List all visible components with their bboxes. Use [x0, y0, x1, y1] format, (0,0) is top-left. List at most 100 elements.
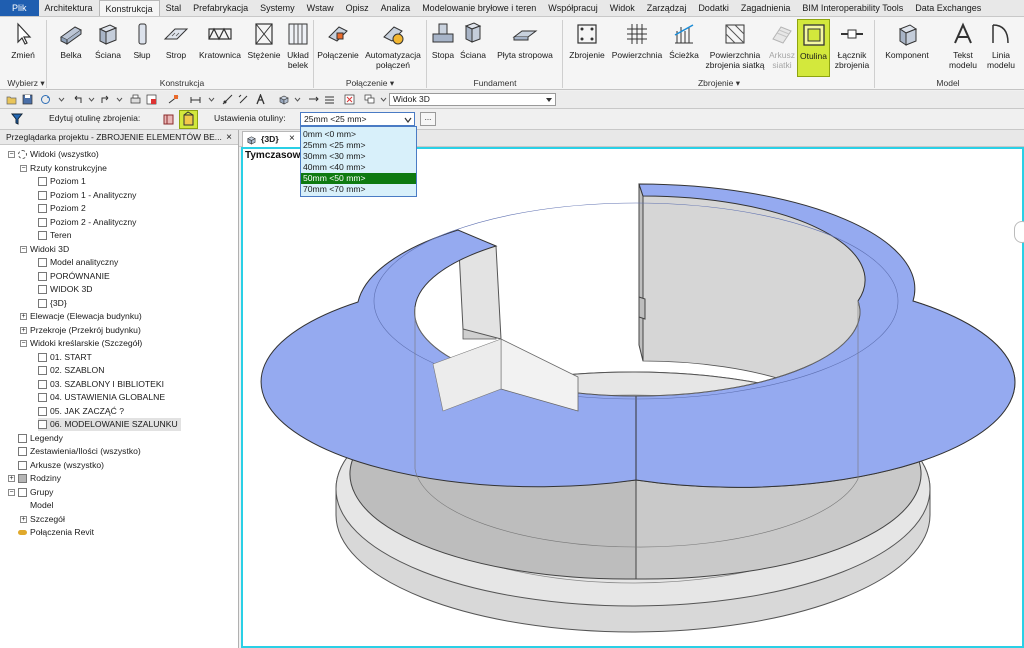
- tree-item[interactable]: Poziom 1 - Analityczny: [38, 189, 136, 202]
- sync-icon[interactable]: [40, 94, 51, 105]
- foundation-wall-tool[interactable]: Ściana: [458, 19, 488, 77]
- component-tool[interactable]: Komponent: [878, 19, 936, 77]
- tree-item[interactable]: + Przekroje (Przekrój budynku): [20, 324, 141, 337]
- redo-icon[interactable]: [100, 94, 111, 105]
- menu-tab[interactable]: BIM Interoperability Tools: [796, 0, 909, 16]
- chevron-down-icon[interactable]: [206, 94, 217, 105]
- tree-item[interactable]: {3D}: [38, 297, 67, 310]
- slab-tool[interactable]: Płyta stropowa: [492, 19, 558, 77]
- cover-option[interactable]: 40mm <40 mm>: [301, 162, 416, 173]
- cover-option[interactable]: 30mm <30 mm>: [301, 151, 416, 162]
- menu-tab[interactable]: Analiza: [375, 0, 417, 16]
- menu-tab[interactable]: Systemy: [254, 0, 301, 16]
- tree-item[interactable]: + Elewacje (Elewacja budynku): [20, 310, 142, 323]
- switch-windows-icon[interactable]: [364, 94, 375, 105]
- measure-icon[interactable]: [168, 94, 179, 105]
- tree-item[interactable]: + Szczegół: [20, 513, 65, 526]
- panel-select[interactable]: Wybierz ▾: [6, 77, 46, 89]
- open-icon[interactable]: [6, 94, 17, 105]
- menu-tab[interactable]: Prefabrykacja: [187, 0, 254, 16]
- menu-tab[interactable]: Data Exchanges: [909, 0, 987, 16]
- tree-item[interactable]: 04. USTAWIENIA GLOBALNE: [38, 391, 165, 404]
- thin-lines-icon[interactable]: [324, 94, 335, 105]
- tree-item[interactable]: Zestawienia/Ilości (wszystko): [8, 445, 141, 458]
- cover-settings-select[interactable]: 25mm <25 mm>: [300, 112, 415, 126]
- collapse-icon[interactable]: −: [20, 340, 27, 348]
- section-icon[interactable]: [308, 94, 319, 105]
- collapse-icon[interactable]: −: [20, 245, 27, 253]
- viewport-3d[interactable]: Tymczasow: [241, 147, 1024, 648]
- menu-tab[interactable]: Modelowanie bryłowe i teren: [416, 0, 542, 16]
- beam-tool[interactable]: Belka: [54, 19, 88, 77]
- tree-item[interactable]: + Rodziny: [8, 472, 61, 485]
- rebar-cover-tool[interactable]: Otulina: [797, 19, 830, 77]
- tree-item[interactable]: 01. START: [38, 351, 92, 364]
- print-icon[interactable]: [130, 94, 141, 105]
- tag-icon[interactable]: [222, 94, 233, 105]
- fabric-sheet-tool[interactable]: Arkusz siatki: [768, 19, 796, 77]
- collapse-icon[interactable]: −: [8, 488, 15, 496]
- dimension-icon[interactable]: [190, 94, 201, 105]
- tree-item[interactable]: − Widoki kreślarskie (Szczegół): [20, 337, 142, 350]
- tree-item[interactable]: 06. MODELOWANIE SZALUNKU: [38, 418, 181, 431]
- area-reinforcement-tool[interactable]: Powierzchnia: [610, 19, 664, 77]
- text-icon[interactable]: [255, 94, 266, 105]
- chevron-down-icon[interactable]: [86, 94, 97, 105]
- tree-item[interactable]: PORÓWNANIE: [38, 270, 110, 283]
- tree-item[interactable]: Poziom 1: [38, 175, 86, 188]
- menu-tab[interactable]: Stal: [160, 0, 188, 16]
- expand-icon[interactable]: +: [20, 515, 27, 523]
- tree-item[interactable]: − Widoki 3D: [20, 243, 69, 256]
- cover-option[interactable]: 25mm <25 mm>: [301, 140, 416, 151]
- menu-tab[interactable]: Wstaw: [301, 0, 340, 16]
- tree-item[interactable]: Model: [20, 499, 53, 512]
- panel-connection[interactable]: Połączenie ▾: [316, 77, 424, 89]
- tree-item[interactable]: Połączenia Revit: [8, 526, 94, 539]
- chevron-down-icon[interactable]: [292, 94, 303, 105]
- footing-tool[interactable]: Stopa: [430, 19, 456, 77]
- save-icon[interactable]: [22, 94, 33, 105]
- cover-option[interactable]: 0mm <0 mm>: [301, 129, 416, 140]
- brace-tool[interactable]: Stężenie: [246, 19, 282, 77]
- menu-tab[interactable]: Konstrukcja: [98, 0, 160, 16]
- cover-settings-edit-button[interactable]: ...: [420, 112, 436, 126]
- tree-item[interactable]: Arkusze (wszystko): [8, 459, 104, 472]
- model-text-tool[interactable]: Tekst modelu: [946, 19, 980, 77]
- floor-tool[interactable]: Strop: [160, 19, 192, 77]
- tree-item[interactable]: 03. SZABLONY I BIBLIOTEKI: [38, 378, 164, 391]
- connection-tool[interactable]: Połączenie: [316, 19, 360, 77]
- export-icon[interactable]: [146, 94, 157, 105]
- tree-item[interactable]: 05. JAK ZACZĄĆ ?: [38, 405, 124, 418]
- tree-item[interactable]: Model analityczny: [38, 256, 118, 269]
- collapse-icon[interactable]: −: [20, 164, 27, 172]
- fabric-area-tool[interactable]: Powierzchnia zbrojenia siatką: [704, 19, 766, 77]
- expand-icon[interactable]: +: [20, 326, 27, 334]
- pick-elements-button[interactable]: [161, 111, 177, 127]
- undo-icon[interactable]: [72, 94, 83, 105]
- chevron-down-icon[interactable]: [56, 94, 67, 105]
- tag-all-icon[interactable]: [238, 94, 249, 105]
- menu-tab[interactable]: Zagadnienia: [735, 0, 797, 16]
- tree-item[interactable]: 02. SZABLON: [38, 364, 104, 377]
- pick-faces-button[interactable]: [179, 110, 198, 129]
- close-hidden-icon[interactable]: [344, 94, 355, 105]
- panel-reinforcement[interactable]: Zbrojenie ▾: [566, 77, 872, 89]
- view-selector[interactable]: Widok 3D: [389, 93, 556, 106]
- tree-item[interactable]: Teren: [38, 229, 72, 242]
- column-tool[interactable]: Słup: [128, 19, 156, 77]
- model-line-tool[interactable]: Linia modelu: [984, 19, 1018, 77]
- menu-tab[interactable]: Zarządzaj: [641, 0, 693, 16]
- cover-option[interactable]: 70mm <70 mm>: [301, 184, 416, 195]
- expand-icon[interactable]: +: [20, 313, 27, 321]
- tree-item[interactable]: − Rzuty konstrukcyjne: [20, 162, 107, 175]
- tree-item[interactable]: Poziom 2 - Analityczny: [38, 216, 136, 229]
- menu-tab[interactable]: Opisz: [340, 0, 375, 16]
- filter-icon[interactable]: [11, 113, 23, 125]
- menu-tab[interactable]: Współpracuj: [542, 0, 604, 16]
- collapse-icon[interactable]: −: [8, 151, 15, 159]
- modify-tool[interactable]: Zmień: [6, 19, 40, 77]
- menu-tab[interactable]: Dodatki: [692, 0, 735, 16]
- wall-tool[interactable]: Ściana: [92, 19, 124, 77]
- menu-tab[interactable]: Architektura: [39, 0, 99, 16]
- connection-automation-tool[interactable]: Automatyzacja połączeń: [362, 19, 424, 77]
